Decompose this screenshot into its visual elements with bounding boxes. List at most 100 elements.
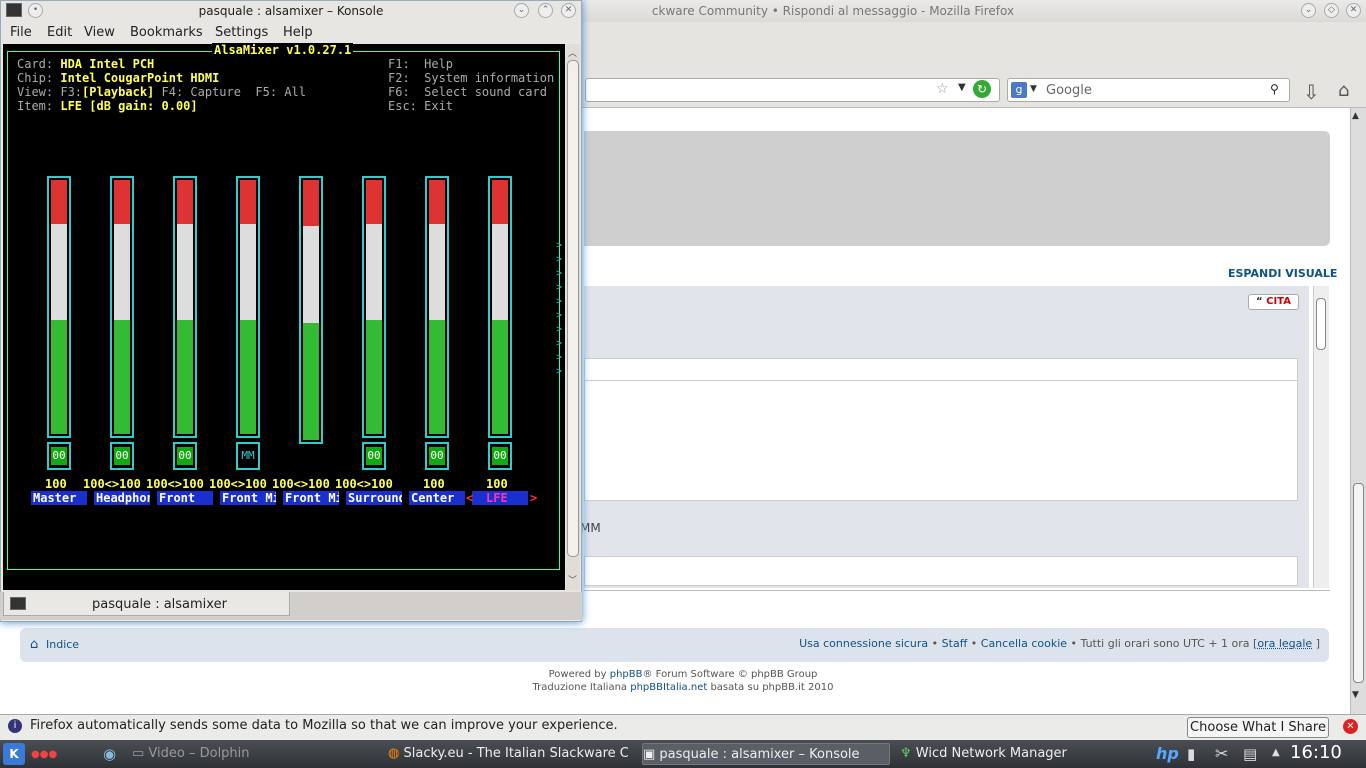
mute-toggle[interactable]: 00 (110, 442, 134, 470)
volume-slider[interactable] (299, 176, 323, 444)
hp-icon[interactable]: hp (1156, 744, 1179, 763)
volume-value: 100 (486, 477, 508, 491)
channel-label[interactable]: Center (409, 491, 465, 505)
close-icon[interactable]: ✕ (561, 3, 576, 18)
task-konsole[interactable]: ▣ pasquale : alsamixer – Konsole (642, 743, 890, 765)
task-wicd[interactable]: ♆ Wicd Network Manager (900, 743, 1120, 765)
channel-label[interactable]: Front (157, 491, 213, 505)
tray-arrow-icon[interactable]: ▲ (1272, 747, 1280, 758)
menu-help[interactable]: Help (283, 25, 313, 40)
volume-level-bar (429, 319, 445, 434)
globe-icon[interactable]: ◉ (103, 745, 116, 763)
volume-level-bar (303, 323, 319, 440)
close-icon[interactable]: ✕ (1346, 3, 1361, 18)
menu-settings[interactable]: Settings (215, 25, 268, 40)
maximize-icon[interactable]: ⌃ (538, 3, 553, 18)
index-link[interactable]: Indice (46, 638, 79, 651)
choose-what-i-share-button[interactable]: Choose What I Share (1187, 717, 1329, 738)
message-box (584, 556, 1298, 586)
scroll-down-icon[interactable]: ▼ (1352, 690, 1359, 700)
menu-file[interactable]: File (10, 25, 32, 40)
mute-toggle[interactable]: 00 (173, 442, 197, 470)
bracket: ] (1315, 637, 1320, 650)
phpbbitalia-link[interactable]: phpBBItalia.net (630, 682, 707, 693)
translation-prefix: Traduzione Italiana (532, 682, 631, 693)
task-label: Video – Dolphin (148, 746, 250, 761)
bookmark-star-icon[interactable]: ☆ (936, 81, 949, 97)
scissors-icon[interactable]: ✂ (1215, 744, 1228, 763)
activities-icon[interactable]: ●●● (31, 749, 57, 760)
mute-toggle[interactable]: 00 (362, 442, 386, 470)
menu-edit[interactable]: Edit (47, 25, 72, 40)
volume-slider[interactable] (47, 176, 71, 438)
terminal-icon[interactable] (6, 3, 22, 17)
minimize-icon[interactable]: ⌄ (514, 3, 529, 18)
home-icon[interactable]: ⌂ (30, 637, 38, 652)
volume-slider[interactable] (173, 176, 197, 438)
menu-icon[interactable]: • (28, 3, 43, 18)
volume-level-bar (366, 319, 382, 434)
scroll-thumb[interactable] (1353, 483, 1364, 683)
page-scrollbar[interactable]: ▲ ▼ (1350, 108, 1366, 714)
scroll-up-icon[interactable]: ▲ (1352, 111, 1359, 121)
google-icon[interactable]: g (1011, 82, 1027, 98)
binoculars-icon[interactable]: ⚲ (1270, 82, 1279, 96)
scroll-thumb[interactable] (1316, 298, 1326, 350)
volume-slider[interactable] (236, 176, 260, 438)
chevron-down-icon[interactable]: ▼ (1030, 84, 1037, 94)
quote-button[interactable]: “ CITA (1248, 294, 1299, 310)
notes-icon[interactable]: ▤ (1243, 745, 1257, 763)
volume-value: 100 (45, 477, 67, 491)
chevron-down-icon[interactable]: ▼ (958, 82, 966, 93)
close-icon[interactable]: ✕ (1343, 719, 1358, 734)
channel-label[interactable]: Headphon (94, 491, 150, 505)
channel-label[interactable]: Master (31, 491, 87, 505)
menu-view[interactable]: View (84, 25, 115, 40)
scroll-thumb[interactable] (567, 60, 579, 557)
task-dolphin[interactable]: ▭ Video – Dolphin (132, 743, 372, 765)
channel-label[interactable]: Front Mi (283, 491, 339, 505)
more-channels-arrow: > (556, 366, 563, 377)
download-icon[interactable]: ⇩ (1303, 80, 1320, 104)
scroll-down-icon[interactable]: ﹀ (568, 573, 577, 586)
phpbb-link[interactable]: phpBB (610, 669, 643, 680)
mute-toggle[interactable]: 00 (47, 442, 71, 470)
mute-toggle[interactable]: 00 (425, 442, 449, 470)
url-bar[interactable]: ☆ ▼ ↻ (585, 78, 1000, 102)
maximize-icon[interactable]: ◇ (1324, 3, 1339, 18)
scroll-up-icon[interactable]: ︿ (568, 46, 577, 59)
volume-slider[interactable] (110, 176, 134, 438)
volume-slider[interactable] (362, 176, 386, 438)
item-line: Item: LFE [dB gain: 0.00] (17, 99, 198, 113)
reload-icon[interactable]: ↻ (973, 80, 991, 98)
chip-value: Intel CougarPoint HDMI (60, 71, 220, 85)
post-scrollbar[interactable] (1313, 286, 1329, 588)
volume-level-bar (429, 180, 445, 225)
mute-toggle[interactable]: MM (236, 442, 260, 470)
search-input[interactable]: g ▼ Google ⚲ (1007, 78, 1290, 102)
channel-label[interactable]: Surround (346, 491, 402, 505)
firefox-title: ckware Community • Rispondi al messaggio… (651, 4, 1015, 18)
channel-label[interactable]: Front Mi (220, 491, 276, 505)
secure-link[interactable]: Usa connessione sicura (799, 637, 928, 650)
volume-level-bar (366, 180, 382, 225)
clock[interactable]: 16:10 (1290, 742, 1342, 763)
help-key: F1: Help (388, 57, 454, 71)
view-options: F4: Capture F5: All (154, 85, 307, 99)
menu-bookmarks[interactable]: Bookmarks (130, 25, 203, 40)
volume-value: 100<>100 (83, 477, 141, 491)
task-firefox[interactable]: ◍ Slacky.eu - The Italian Slackware Co (388, 743, 628, 765)
volume-slider[interactable] (425, 176, 449, 438)
mute-toggle[interactable]: 00 (488, 442, 512, 470)
dst-text: ora legale (1257, 637, 1313, 650)
staff-link[interactable]: Staff (942, 637, 968, 650)
home-icon[interactable]: ⌂ (1338, 80, 1349, 101)
channel-label[interactable]: LFE (472, 491, 528, 505)
cookies-link[interactable]: Cancella cookie (981, 637, 1067, 650)
volume-slider[interactable] (488, 176, 512, 438)
kde-menu-icon[interactable]: K (3, 743, 25, 765)
minimize-icon[interactable]: ⌄ (1301, 3, 1316, 18)
expand-view-link[interactable]: ESPANDI VISUALE (1228, 267, 1337, 280)
volume-level-bar (51, 319, 67, 434)
battery-icon[interactable]: ▮ (1187, 745, 1195, 763)
